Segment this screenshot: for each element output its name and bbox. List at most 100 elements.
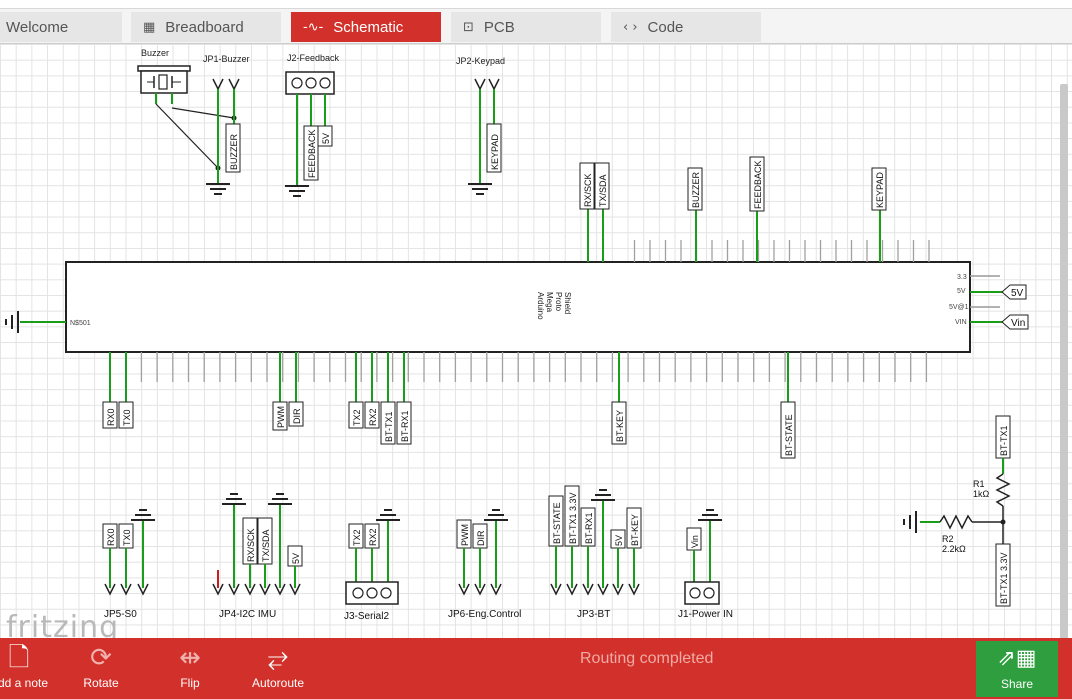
svg-text:KEYPAD: KEYPAD — [490, 134, 500, 170]
tab-schematic[interactable]: -∿- Schematic — [291, 12, 441, 42]
share-label: Share — [1000, 677, 1034, 691]
flip-icon: ⇹ — [179, 643, 201, 673]
svg-text:Vin: Vin — [1011, 318, 1025, 329]
jp2-keypad-part[interactable]: JP2-Keypad KEYPAD — [456, 56, 505, 195]
tab-code[interactable]: ‹ › Code — [611, 12, 761, 42]
svg-text:RX/SCK: RX/SCK — [583, 173, 593, 207]
svg-text:Vin: Vin — [690, 535, 700, 548]
svg-text:5V: 5V — [957, 288, 966, 295]
view-tab-bar: Welcome ▦ Breadboard -∿- Schematic ⊡ PCB… — [0, 0, 1072, 44]
tab-code-label: Code — [647, 18, 684, 36]
tab-breadboard-label: Breadboard — [165, 18, 244, 36]
svg-text:BUZZER: BUZZER — [229, 133, 239, 170]
net-label-rx-sck-top: RX/SCK — [579, 162, 595, 210]
svg-text:BT-KEY: BT-KEY — [615, 410, 625, 442]
svg-text:BT-TX1: BT-TX1 — [999, 425, 1009, 456]
svg-text:BT-TX1 3.3V: BT-TX1 3.3V — [999, 552, 1009, 604]
buzzer-part-name: Buzzer — [141, 48, 169, 58]
tab-breadboard[interactable]: ▦ Breadboard — [131, 12, 281, 42]
rotate-button[interactable]: ⟳ Rotate — [70, 638, 132, 699]
vertical-scrollbar[interactable] — [1060, 84, 1068, 638]
net-label-feedback-top: FEEDBACK — [749, 156, 765, 212]
rotate-label: Rotate — [83, 676, 119, 690]
jp3-bt-name: JP3-BT — [577, 609, 610, 620]
tab-pcb[interactable]: ⊡ PCB — [451, 12, 601, 42]
fritzing-watermark: fritzing — [6, 610, 120, 638]
svg-text:5V: 5V — [321, 133, 331, 144]
svg-text:BUZZER: BUZZER — [691, 171, 701, 208]
schematic-drawing[interactable]: Buzzer JP1-Buzzer BUZZER J2-Feedback FEE… — [0, 44, 1072, 638]
svg-text:FEEDBACK: FEEDBACK — [307, 129, 317, 178]
j1-power-in-part[interactable]: Vin J1-Power IN — [678, 509, 733, 620]
net-label-buzzer-top: BUZZER — [687, 167, 703, 211]
svg-text:VIN: VIN — [955, 319, 967, 326]
svg-text:FEEDBACK: FEEDBACK — [753, 160, 763, 209]
net-label-tx-sda-top: TX/SDA — [594, 162, 610, 210]
jp5-s0-part[interactable]: RX0 TX0 JP5-S0 — [102, 509, 156, 620]
svg-text:5V: 5V — [291, 553, 301, 564]
svg-text:BT-STATE: BT-STATE — [784, 414, 794, 456]
svg-text:PWM: PWM — [460, 524, 470, 546]
svg-text:BT-STATE: BT-STATE — [552, 502, 562, 544]
svg-text:TX2: TX2 — [352, 529, 362, 546]
flip-button[interactable]: ⇹ Flip — [160, 638, 220, 699]
svg-text:TX0: TX0 — [122, 409, 132, 426]
board-top-net-labels: RX/SCK TX/SDA BUZZER FEEDBACK KEYPAD — [579, 156, 887, 212]
tab-schematic-label: Schematic — [333, 18, 404, 36]
svg-text:TX0: TX0 — [122, 529, 132, 546]
jp4-i2c-imu-part[interactable]: RX/SCK TX/SDA 5V JP4-I2C IMU — [212, 493, 303, 620]
jp6-eng-control-part[interactable]: PWM DIR JP6-Eng.Control — [448, 509, 521, 620]
svg-text:R1: R1 — [973, 479, 985, 489]
pcb-icon: ⊡ — [463, 19, 474, 35]
svg-text:DIR: DIR — [292, 408, 302, 424]
autoroute-icon: ⥂ — [267, 643, 289, 673]
autoroute-button[interactable]: ⥂ Autoroute — [246, 638, 310, 699]
buzzer-part[interactable]: Buzzer — [137, 48, 237, 171]
net-label-keypad-jp2: KEYPAD — [486, 123, 502, 173]
autoroute-label: Autoroute — [251, 676, 305, 690]
share-button[interactable]: ⇗▦ Share — [976, 641, 1058, 697]
tab-welcome-label: Welcome — [6, 18, 69, 36]
net-label-bt-tx1-3v3-divider: BT-TX1 3.3V — [995, 543, 1011, 607]
jp1-buzzer-name: JP1-Buzzer — [203, 54, 250, 64]
tab-pcb-label: PCB — [483, 18, 515, 36]
net-label-vin-board: Vin — [1001, 314, 1029, 330]
arduino-mega-proto-shield[interactable]: Arduino Mega Proto Shield N$501 3.3 5V 5… — [5, 208, 1029, 402]
title-strip — [0, 0, 1072, 9]
svg-text:Mega: Mega — [545, 292, 554, 313]
svg-text:BT-RX1: BT-RX1 — [584, 512, 594, 544]
svg-text:TX/SDA: TX/SDA — [598, 174, 608, 207]
j3-serial2-part[interactable]: TX2 RX2 J3-Serial2 — [344, 509, 401, 622]
net-label-5v-board: 5V — [1001, 284, 1027, 300]
jp3-bt-part[interactable]: BT-STATE BT-TX1 3.3V BT-RX1 5V BT-KEY JP… — [548, 485, 642, 620]
jp1-buzzer-part[interactable]: JP1-Buzzer BUZZER — [203, 54, 250, 195]
j2-feedback-name: J2-Feedback — [287, 53, 340, 63]
svg-text:Shield: Shield — [563, 292, 572, 314]
tab-welcome[interactable]: Welcome — [0, 12, 122, 42]
svg-text:KEYPAD: KEYPAD — [875, 172, 885, 208]
svg-text:2.2kΩ: 2.2kΩ — [942, 544, 966, 554]
svg-text:R2: R2 — [942, 534, 954, 544]
svg-text:Proto: Proto — [554, 292, 563, 312]
schematic-canvas[interactable]: Buzzer JP1-Buzzer BUZZER J2-Feedback FEE… — [0, 44, 1072, 638]
svg-text:TX/SDA: TX/SDA — [261, 529, 271, 562]
svg-text:RX0: RX0 — [106, 408, 116, 426]
svg-text:Arduino: Arduino — [536, 292, 545, 320]
voltage-divider[interactable]: BT-TX1 R1 1kΩ R2 2.2kΩ BT-TX1 3.3V — [903, 415, 1011, 607]
share-icon: ⇗▦ — [997, 646, 1037, 671]
net-label-feedback-j2: FEEDBACK — [303, 125, 319, 181]
j2-feedback-part[interactable]: J2-Feedback FEEDBACK 5V — [284, 53, 340, 197]
schematic-icon: -∿- — [303, 19, 324, 35]
routing-status: Routing completed — [580, 650, 714, 667]
flip-label: Flip — [180, 676, 200, 690]
jp4-i2c-imu-name: JP4-I2C IMU — [219, 609, 276, 620]
svg-text:BT-RX1: BT-RX1 — [400, 410, 410, 442]
net-label-buzzer-jp1: BUZZER — [225, 123, 241, 173]
svg-text:RX0: RX0 — [106, 528, 116, 546]
svg-text:1kΩ: 1kΩ — [973, 489, 990, 499]
svg-text:RX2: RX2 — [368, 408, 378, 426]
jp2-keypad-name: JP2-Keypad — [456, 56, 505, 66]
svg-text:DIR: DIR — [476, 530, 486, 546]
svg-text:RX/SCK: RX/SCK — [246, 528, 256, 562]
add-note-button[interactable]: 🗋 Add a note — [0, 638, 54, 699]
